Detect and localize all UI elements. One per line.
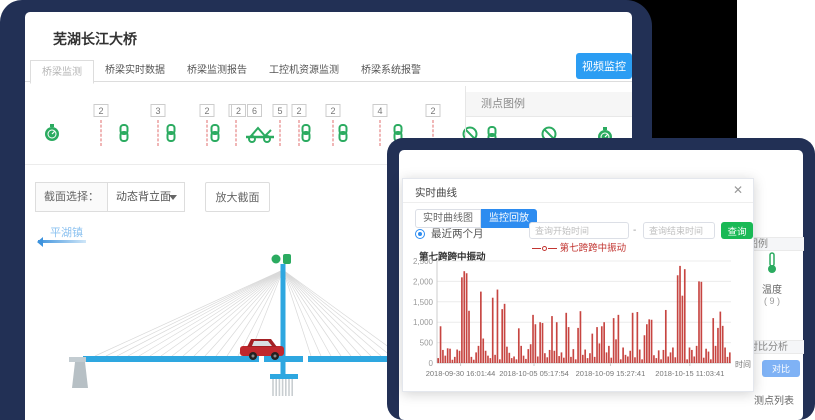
page-title: 芜湖长江大桥 (53, 29, 137, 49)
range-separator: - (633, 225, 636, 236)
legend-marker-icon (542, 246, 547, 251)
svg-text:0: 0 (429, 359, 434, 368)
section-select-label: 截面选择： (35, 182, 108, 212)
chain-icon (165, 124, 177, 144)
modal-title: 实时曲线 (415, 185, 457, 200)
section-select-bar: 截面选择： 动态背立面 (35, 182, 185, 212)
video-monitor-button[interactable]: 视频监控 (576, 53, 632, 79)
tab-4[interactable]: 桥梁系统报警 (350, 59, 432, 83)
sensor-item-chain[interactable] (209, 124, 221, 149)
chain-icon (337, 124, 349, 144)
red-dashed-line (333, 120, 334, 146)
sensor-count-badge: 2 (231, 104, 246, 117)
thermometer-icon (765, 252, 779, 274)
chevron-down-icon (169, 195, 177, 204)
bridge-diagram (30, 238, 405, 413)
sensor-count-badge: 2 (326, 104, 341, 117)
tab-2[interactable]: 桥梁监测报告 (176, 59, 258, 83)
legend-line-icon (532, 248, 541, 249)
modal-header: 实时曲线 ✕ (403, 179, 753, 203)
red-dashed-line (158, 120, 159, 146)
sensor-item-dash: 5 (273, 104, 288, 146)
svg-text:2,500: 2,500 (413, 257, 434, 266)
sensor-item-bridge[interactable]: 26 (245, 104, 275, 148)
sensor-count-badge: 3 (151, 104, 166, 117)
sensor-item-chain[interactable] (118, 124, 130, 149)
legend-label: 第七跨跨中振动 (560, 243, 627, 254)
svg-text:2018-09-30 16:01:44: 2018-09-30 16:01:44 (426, 369, 496, 378)
sensor-count-badge: 5 (273, 104, 288, 117)
section-select-dropdown[interactable]: 动态背立面 (108, 182, 185, 212)
sensor-item-chain[interactable] (300, 124, 312, 149)
svg-text:时间: 时间 (735, 359, 751, 369)
tab-list: 桥梁监测桥梁实时数据桥梁监测报告工控机资源监测桥梁系统报警 (30, 58, 432, 83)
legend-panel-header: 测点图例 (466, 92, 632, 117)
range-radio-row: 最近两个月 (415, 226, 484, 241)
sensor-item-dash: 3 (151, 104, 166, 146)
realtime-curve-modal: 实时曲线 ✕ 实时曲线图 监控回放 最近两个月 - 查询 第七跨跨中振动 第七跨… (402, 178, 754, 392)
sensor-item-chain[interactable] (165, 124, 177, 149)
sensor-count-badge: 2 (200, 104, 215, 117)
red-dashed-line (236, 120, 237, 146)
chain-icon (300, 124, 312, 144)
sensor-item-dash: 4 (373, 104, 388, 146)
zoom-section-button[interactable]: 放大截面 (205, 182, 270, 212)
chain-icon (209, 124, 221, 144)
red-dashed-line (280, 120, 281, 146)
red-dashed-line (207, 120, 208, 146)
close-icon[interactable]: ✕ (733, 183, 743, 197)
radio-label: 最近两个月 (431, 226, 484, 241)
page: 芜湖长江大桥 桥梁监测桥梁实时数据桥梁监测报告工控机资源监测桥梁系统报警 视频监… (0, 0, 815, 420)
sensor-item-stopwatch[interactable] (43, 123, 61, 148)
svg-text:2018-10-09 15:27:41: 2018-10-09 15:27:41 (576, 369, 646, 378)
vibration-chart: 0 500 1,000 1,500 2,000 2,500 2018-09-30 16:01… (411, 255, 757, 389)
tab-3[interactable]: 工控机资源监测 (258, 59, 350, 83)
svg-text:2018-10-15 11:03:41: 2018-10-15 11:03:41 (655, 369, 724, 378)
section-select-value: 动态背立面 (116, 191, 171, 203)
sensor-count-badge: 2 (94, 104, 109, 117)
stopwatch-icon (43, 123, 61, 143)
sensor-count-badge: 4 (373, 104, 388, 117)
red-dashed-line (380, 120, 381, 146)
sensor-count-badge: 6 (247, 104, 262, 117)
tab-0[interactable]: 桥梁监测 (30, 60, 94, 84)
sensor-item-dash: 2 (94, 104, 109, 146)
sensor-count-badge: 2 (426, 104, 441, 117)
svg-text:2,000: 2,000 (413, 277, 434, 286)
svg-text:500: 500 (420, 339, 434, 348)
svg-text:1,500: 1,500 (413, 298, 434, 307)
start-time-input[interactable] (529, 222, 629, 239)
sensor-count-badge: 2 (292, 104, 307, 117)
sidebar-point-list-label: 测点列表 (754, 392, 802, 407)
query-button[interactable]: 查询 (721, 222, 753, 239)
bridge-icon (245, 125, 275, 143)
svg-text:2018-10-05 05:17:54: 2018-10-05 05:17:54 (499, 369, 569, 378)
end-time-input[interactable] (643, 222, 715, 239)
chain-icon (118, 124, 130, 144)
svg-text:1,000: 1,000 (413, 318, 434, 327)
legend-line-icon (548, 248, 557, 249)
red-dashed-line (101, 120, 102, 146)
radio-last-two-months[interactable] (415, 229, 425, 239)
tab-1[interactable]: 桥梁实时数据 (94, 59, 176, 83)
compare-analysis-button[interactable]: 对比分析 (762, 360, 800, 377)
sensor-item-chain[interactable] (337, 124, 349, 149)
